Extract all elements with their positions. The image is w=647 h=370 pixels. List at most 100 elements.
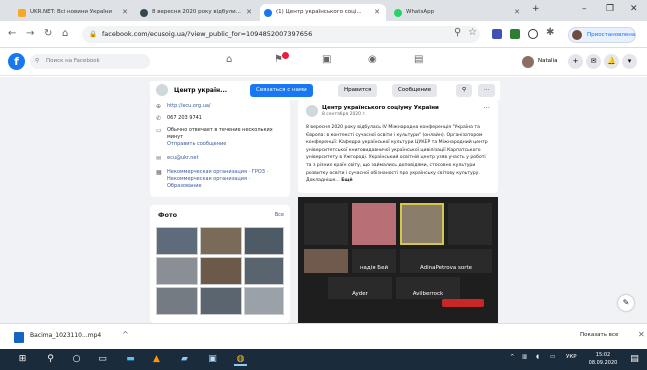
chat-icon: ▭ <box>156 127 162 134</box>
forward-icon[interactable]: → <box>26 28 34 39</box>
lock-icon: 🔒 <box>89 30 98 38</box>
extension-icon[interactable] <box>528 29 538 39</box>
photo-thumbnail[interactable] <box>200 287 242 315</box>
tab-title: 8 вересня 2020 року відбули... <box>152 9 241 15</box>
video-tile-active <box>400 203 444 245</box>
close-shelf-icon[interactable]: ✕ <box>638 330 645 339</box>
photo-thumbnail[interactable] <box>244 287 284 315</box>
account-menu-icon[interactable]: ▾ <box>622 54 637 69</box>
explorer-icon[interactable]: ▰ <box>178 353 191 366</box>
windows-start-icon[interactable]: ⊞ <box>16 353 29 366</box>
post-author[interactable]: Центр українського соціуму України <box>322 105 439 111</box>
contact-button[interactable]: Связаться с нами <box>250 84 313 97</box>
facebook-page-body: Центр україн... Связаться с нами Нравитс… <box>0 77 647 323</box>
download-item[interactable]: Bacima_1023110...mp4 <box>30 332 101 339</box>
tab-whatsapp[interactable]: WhatsApp ✕ <box>390 4 526 21</box>
maximize-icon[interactable]: ❐ <box>606 4 614 14</box>
tray-chevron-icon[interactable]: ^ <box>510 354 515 360</box>
bookmark-star-icon[interactable]: ☆ <box>468 27 477 38</box>
extension-icon[interactable] <box>492 29 502 39</box>
cortana-icon[interactable]: ○ <box>70 353 83 366</box>
close-window-icon[interactable]: ✕ <box>630 4 638 14</box>
volume-icon[interactable]: ◖ <box>536 354 539 360</box>
tab-ukrnet[interactable]: UKR.NET: Всі новини України ✕ <box>14 4 134 21</box>
notifications-icon[interactable]: 🔔 <box>604 54 619 69</box>
puzzle-icon[interactable]: ✱ <box>546 27 554 38</box>
globe-icon: ⊕ <box>156 103 162 110</box>
groups-icon[interactable]: ◉ <box>368 54 377 65</box>
ukrnet-favicon-icon <box>18 9 26 17</box>
reload-icon[interactable]: ↻ <box>44 28 52 39</box>
new-message-fab-icon[interactable]: ✎ <box>618 295 634 311</box>
home-icon[interactable]: ⌂ <box>226 54 232 65</box>
search-icon[interactable]: ⚲ <box>44 353 57 366</box>
gaming-icon[interactable]: ▤ <box>414 54 423 65</box>
create-icon[interactable]: + <box>568 54 583 69</box>
chevron-up-icon[interactable]: ^ <box>122 330 129 339</box>
photo-thumbnail[interactable] <box>156 227 198 255</box>
photo-thumbnail[interactable] <box>156 257 198 285</box>
video-tile <box>352 203 396 245</box>
address-bar[interactable]: 🔒 facebook.com/ecusoig.ua/?view_public_f… <box>82 26 480 43</box>
extension-icon[interactable] <box>510 29 520 39</box>
post-timestamp[interactable]: 8 сентября 2020 г. <box>322 112 366 117</box>
email-link[interactable]: ✉ ecu@ukr.net <box>156 155 286 162</box>
more-icon[interactable]: ··· <box>478 84 496 97</box>
new-tab-button[interactable]: + <box>532 4 540 14</box>
photos-title: Фото <box>158 211 178 219</box>
network-icon[interactable]: ▥ <box>522 354 527 360</box>
photo-thumbnail[interactable] <box>244 257 284 285</box>
photo-thumbnail[interactable] <box>156 287 198 315</box>
close-tab-icon[interactable]: ✕ <box>374 4 380 21</box>
language-indicator[interactable]: УКР <box>566 354 577 360</box>
close-tab-icon[interactable]: ✕ <box>246 4 252 21</box>
search-icon[interactable]: ⚲ <box>454 27 461 38</box>
see-all-photos-link[interactable]: Все <box>275 212 284 218</box>
profile-button[interactable]: Приостановлена <box>568 27 636 43</box>
close-tab-icon[interactable]: ✕ <box>514 4 520 21</box>
video-conference-image[interactable]: надія Бей AdinaPetrova sorte Ayder Avilb… <box>298 197 498 323</box>
show-all-downloads-button[interactable]: Показать все <box>580 332 618 338</box>
info-text: 067 203 9741 <box>167 115 202 121</box>
category-links[interactable]: ▦ Некоммерческая организация · ГРОЗ · Не… <box>156 169 286 190</box>
clock[interactable]: 15:02 08.09.2020 <box>588 351 618 367</box>
minimize-icon[interactable]: – <box>582 4 587 14</box>
search-icon: ⚲ <box>35 58 40 64</box>
chrome-icon[interactable]: ◍ <box>234 353 247 366</box>
search-icon[interactable]: ⚲ <box>456 84 473 97</box>
post-options-icon[interactable]: ··· <box>483 104 490 112</box>
browser-tab-strip: UKR.NET: Всі новини України ✕ 8 вересня … <box>0 0 647 21</box>
photo-thumbnail[interactable] <box>200 227 242 255</box>
leave-meeting-button <box>442 299 484 307</box>
page-info-card: ⊕ http://ecu.org.ua/ ✆ 067 203 9741 ▭ Об… <box>150 99 290 197</box>
message-button[interactable]: Сообщение <box>392 84 438 97</box>
video-tile: Avilberrock <box>396 277 460 299</box>
send-message-link[interactable]: Отправить сообщение <box>156 141 286 148</box>
vlc-icon[interactable]: ▲ <box>150 353 163 366</box>
battery-icon[interactable]: ▭ <box>550 354 555 360</box>
tab-news[interactable]: 8 вересня 2020 року відбули... ✕ <box>136 4 258 21</box>
see-more-link[interactable]: Ещё <box>341 178 352 183</box>
mail-app-icon[interactable]: ▬ <box>124 353 137 366</box>
back-icon[interactable]: ← <box>8 28 16 39</box>
like-button[interactable]: Нравится <box>338 84 378 97</box>
close-tab-icon[interactable]: ✕ <box>122 4 128 21</box>
website-link[interactable]: ⊕ http://ecu.org.ua/ <box>156 103 286 110</box>
search-input[interactable]: ⚲ Поиск на Facebook <box>30 54 150 69</box>
messenger-icon[interactable]: ✉ <box>586 54 601 69</box>
task-view-icon[interactable]: ▭ <box>96 353 109 366</box>
tab-title: WhatsApp <box>406 9 435 15</box>
tab-facebook[interactable]: (1) Центр українського соці... ✕ <box>260 4 386 21</box>
photo-thumbnail[interactable] <box>200 257 242 285</box>
app-icon[interactable]: ▣ <box>206 353 219 366</box>
action-center-icon[interactable]: ▤ <box>628 353 641 366</box>
watch-icon[interactable]: ▣ <box>322 54 331 65</box>
photo-thumbnail[interactable] <box>244 227 284 255</box>
profile-chip[interactable]: Natalia <box>522 54 557 69</box>
notification-badge <box>282 52 289 59</box>
facebook-logo-icon[interactable]: f <box>8 53 25 70</box>
windows-taskbar: ⊞ ⚲ ○ ▭ ▬ ▲ ▰ ▣ ◍ ^ ▥ ◖ ▭ УКР 15:02 08.0… <box>0 349 647 370</box>
user-name: Natalia <box>538 58 558 64</box>
post-body: 8 вересня 2020 року відбулась IV Міжнаро… <box>306 124 492 185</box>
home-icon[interactable]: ⌂ <box>62 28 68 39</box>
